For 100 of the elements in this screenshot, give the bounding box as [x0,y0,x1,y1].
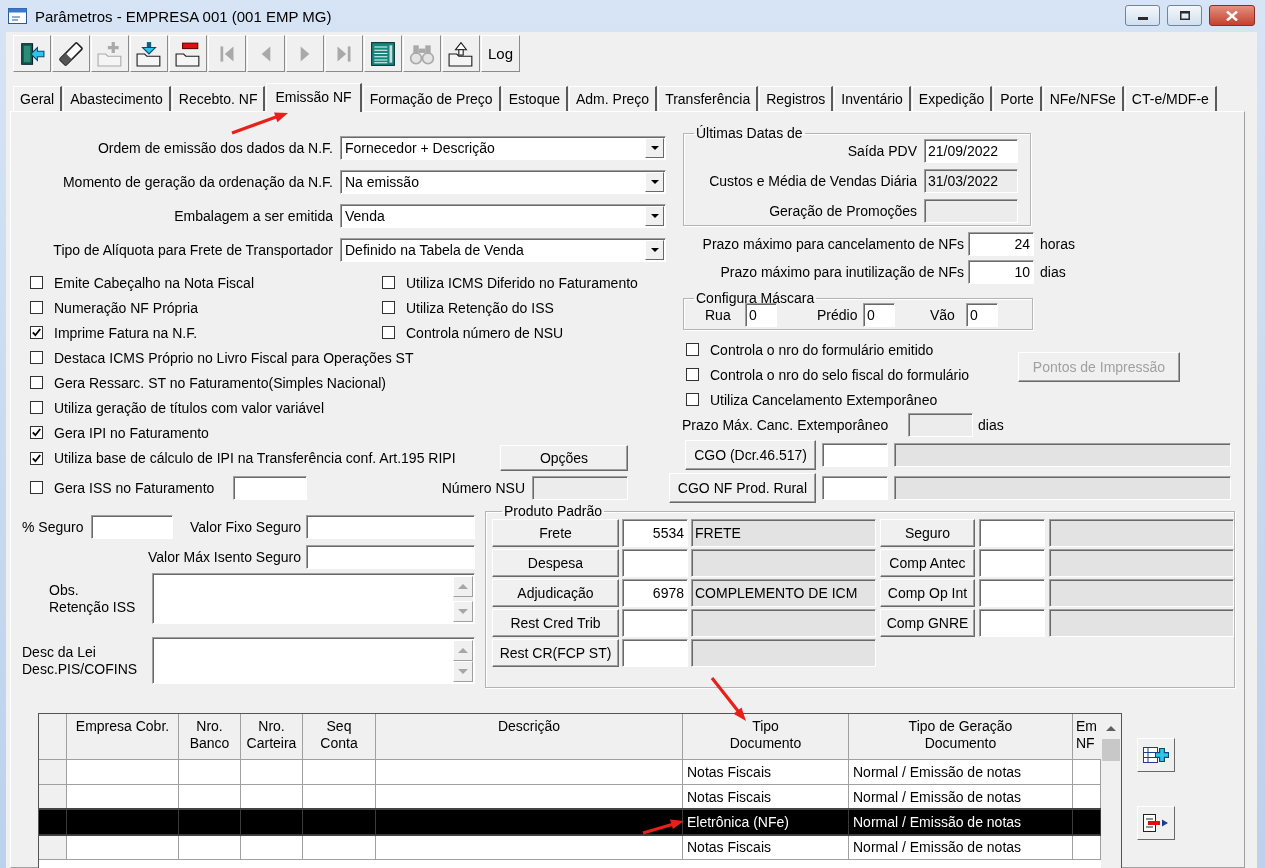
vertical-scrollbar[interactable] [1101,714,1121,868]
toolbar-button[interactable] [13,35,51,72]
product-button[interactable]: Comp Antec [880,549,975,577]
toolbar-button[interactable] [169,35,207,72]
product-button[interactable]: Comp Op Int [880,579,975,607]
text-field[interactable] [979,609,1045,637]
tab[interactable]: Porte [993,86,1042,111]
row-selector[interactable] [39,785,67,810]
product-button[interactable]: Frete [492,519,619,547]
dropdown[interactable]: Na emissão [340,170,666,194]
text-field[interactable] [1049,579,1234,607]
product-button[interactable]: Comp GNRE [880,609,975,637]
checkbox[interactable] [686,393,699,406]
minimize-button[interactable] [1125,5,1160,26]
checkbox[interactable] [30,451,43,465]
checkbox[interactable] [30,376,43,389]
table-cell: Notas Fiscais [683,760,849,785]
text-field[interactable]: FRETE [691,519,876,547]
product-button[interactable]: Rest Cred Trib [492,609,619,637]
text-field[interactable]: COMPLEMENTO DE ICM [691,579,876,607]
text-field[interactable]: 0 [745,303,777,327]
remove-button[interactable] [1137,806,1175,840]
vertical-scrollbar[interactable] [453,640,473,682]
text-field[interactable]: 21/09/2022 [924,138,1018,163]
product-button[interactable]: Despesa [492,549,619,577]
dropdown[interactable]: Venda [340,204,666,228]
text-field[interactable] [822,476,888,500]
product-button[interactable]: Seguro [880,519,975,547]
toolbar-button[interactable] [52,35,90,72]
text-field[interactable] [691,639,876,667]
tab[interactable]: Abastecimento [63,86,171,111]
checkbox[interactable] [30,326,43,339]
text-field[interactable] [1049,549,1234,577]
checkbox[interactable] [382,276,395,289]
text-field[interactable] [91,514,173,539]
table-row[interactable]: Notas Fiscais Normal / Emissão de notas [39,835,1101,860]
text-field[interactable] [691,549,876,577]
tab[interactable]: Estoque [501,86,568,111]
checkbox[interactable] [30,481,43,494]
checkbox[interactable] [30,426,43,439]
text-field[interactable]: 24 [968,231,1034,256]
tab[interactable]: Adm. Preço [569,86,658,111]
product-button[interactable]: Adjudicação [492,579,619,607]
text-field[interactable] [894,476,1231,500]
text-field[interactable] [1049,609,1234,637]
product-button[interactable]: Rest CR(FCP ST) [492,639,619,667]
text-field[interactable]: 0 [863,303,895,327]
table-row[interactable]: Eletrônica (NFe) Normal / Emissão de notas [39,810,1101,835]
checkbox[interactable] [30,276,43,289]
checkbox[interactable] [30,351,43,364]
text-field[interactable] [622,639,688,667]
text-field[interactable] [979,549,1045,577]
tab[interactable]: CT-e/MDF-e [1124,86,1217,111]
cgo-button[interactable]: CGO NF Prod. Rural [668,473,816,503]
tab[interactable]: Registros [759,86,834,111]
insert-button[interactable] [1137,738,1175,772]
text-field[interactable] [822,443,888,467]
tab[interactable]: Formação de Preço [362,86,501,111]
text-field[interactable] [233,475,307,500]
text-field[interactable]: 0 [966,303,998,327]
text-field[interactable] [306,514,475,539]
table-row[interactable]: Notas Fiscais Normal / Emissão de notas [39,760,1101,785]
text-field[interactable] [979,519,1045,547]
tab[interactable]: NFe/NFSe [1042,86,1124,111]
options-button[interactable]: Opções [500,445,628,471]
maximize-button[interactable] [1167,5,1202,26]
checkbox[interactable] [30,401,43,414]
dropdown[interactable]: Fornecedor + Descrição [340,136,666,160]
toolbar-button[interactable] [442,35,480,72]
text-area[interactable] [152,637,475,684]
text-field[interactable] [1049,519,1234,547]
text-field[interactable]: 5534 [622,519,688,547]
toolbar-button[interactable] [130,35,168,72]
tab[interactable]: Transferência [658,86,759,111]
tab[interactable]: Recebto. NF [171,86,266,111]
tab[interactable]: Expedição [911,86,993,111]
vertical-scrollbar[interactable] [453,576,473,622]
text-field[interactable] [979,579,1045,607]
checkbox[interactable] [382,301,395,314]
checkbox[interactable] [686,343,699,356]
log-button[interactable]: Log [481,35,520,72]
cgo-button[interactable]: CGO (Dcr.46.517) [685,440,816,470]
text-field[interactable] [691,609,876,637]
dropdown[interactable]: Definido na Tabela de Venda [340,238,666,262]
text-field[interactable] [622,549,688,577]
close-button[interactable] [1209,5,1255,26]
text-field[interactable] [306,544,475,569]
toolbar-button[interactable] [364,35,402,72]
row-selector[interactable] [39,835,67,860]
tab[interactable]: Geral [13,86,63,111]
text-area[interactable] [152,573,475,624]
checkbox[interactable] [30,301,43,314]
text-field[interactable]: 10 [968,259,1034,284]
tab[interactable]: Emissão NF [266,83,362,112]
checkbox[interactable] [686,368,699,381]
text-field[interactable] [894,443,1231,467]
tab[interactable]: Inventário [834,86,911,111]
text-field[interactable] [622,609,688,637]
text-field[interactable]: 6978 [622,579,688,607]
checkbox[interactable] [382,326,395,339]
